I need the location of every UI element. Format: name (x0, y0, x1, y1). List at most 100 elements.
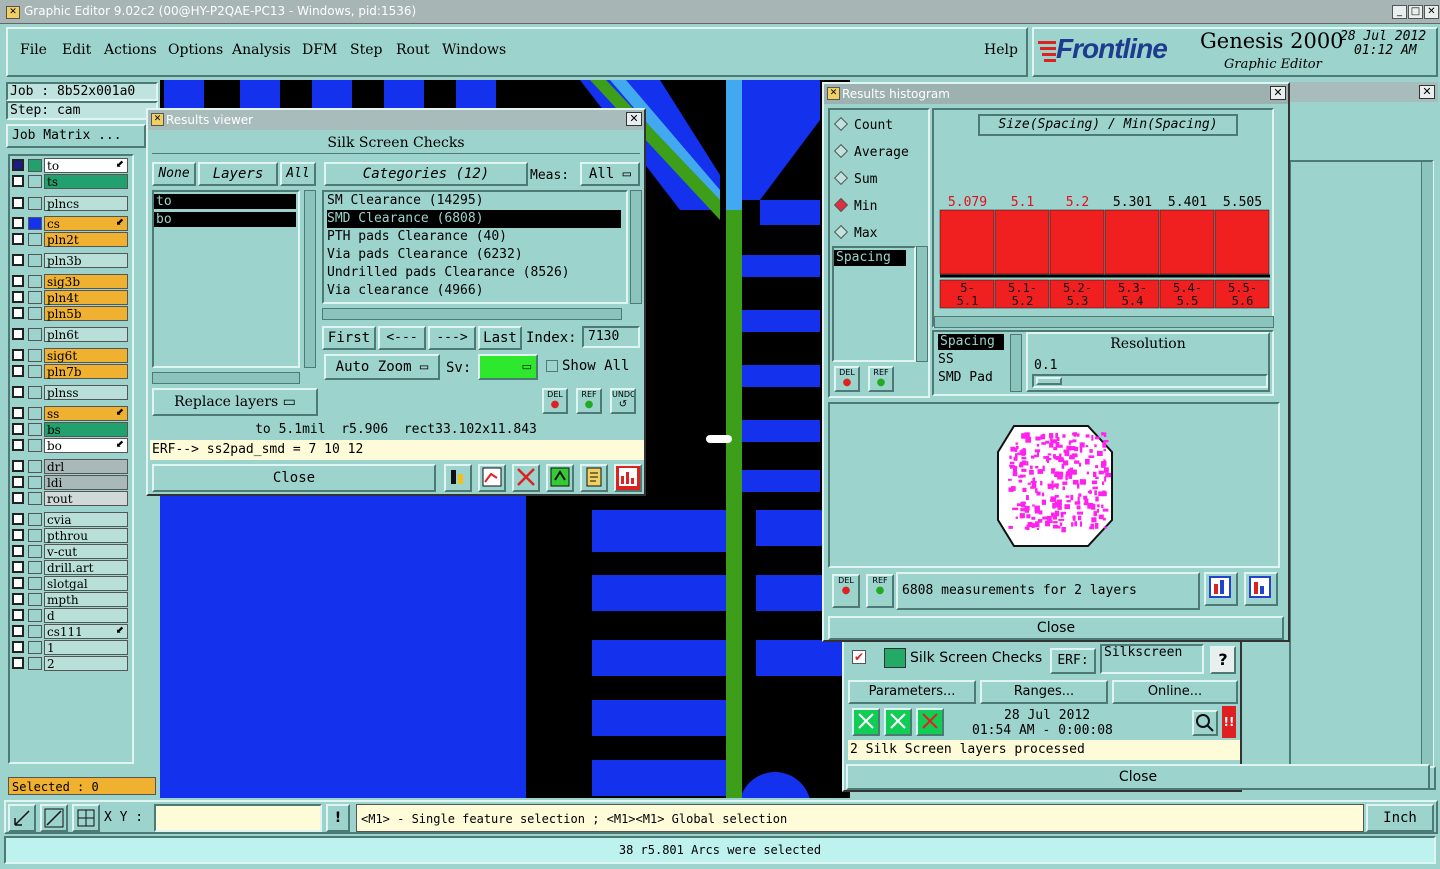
menu-edit[interactable]: Edit (62, 42, 91, 58)
layer-color-swatch[interactable] (28, 307, 42, 320)
layer-color-swatch[interactable] (28, 439, 42, 452)
layer-row[interactable]: to ⬋ (10, 158, 128, 173)
layer-checkbox[interactable] (12, 175, 24, 187)
layer-checkbox[interactable] (12, 365, 24, 377)
menu-windows[interactable]: Windows (442, 42, 506, 58)
layer-row[interactable]: drill.art (10, 560, 128, 575)
layer-row[interactable]: ldi (10, 475, 128, 490)
layer-checkbox[interactable] (12, 561, 24, 573)
category-item[interactable]: Via pads Clearance (6232) (327, 246, 621, 264)
checklist-help-button[interactable]: ? (1210, 646, 1236, 674)
results-report-icon[interactable] (580, 464, 608, 492)
layer-color-swatch[interactable] (28, 492, 42, 505)
layer-row[interactable]: cs ⬋ (10, 216, 128, 231)
layer-row[interactable]: sig3b (10, 274, 128, 289)
layer-color-swatch[interactable] (28, 217, 42, 230)
layer-checkbox[interactable] (12, 349, 24, 361)
layer-color-swatch[interactable] (28, 175, 42, 188)
checklist-checkbox[interactable]: ✔ (852, 650, 866, 664)
layer-color-swatch[interactable] (28, 609, 42, 622)
layer-color-swatch[interactable] (28, 407, 42, 420)
res-item-spacing[interactable]: Spacing (938, 334, 1004, 350)
layer-color-swatch[interactable] (28, 513, 42, 526)
index-input[interactable]: 7130 (582, 326, 640, 348)
layer-row[interactable]: pln4t (10, 290, 128, 305)
job-matrix-button[interactable]: Job Matrix ... (6, 124, 146, 148)
layer-row[interactable]: mpth (10, 592, 128, 607)
layer-color-swatch[interactable] (28, 476, 42, 489)
close-window-button[interactable]: ✕ (1424, 5, 1439, 19)
layer-row[interactable]: plncs (10, 196, 128, 211)
replace-layers-button[interactable]: Replace layers ▭ (152, 388, 318, 416)
layer-checkbox[interactable] (12, 159, 24, 171)
layer-row[interactable]: pln7b (10, 364, 128, 379)
menu-dfm[interactable]: DFM (302, 42, 337, 58)
menu-file[interactable]: File (20, 42, 47, 58)
layer-color-swatch[interactable] (28, 275, 42, 288)
layer-checkbox[interactable] (12, 529, 24, 541)
layers-button[interactable]: Layers (198, 162, 278, 186)
menu-options[interactable]: Options (168, 42, 223, 58)
layer-row[interactable]: pln3b (10, 253, 128, 268)
layer-row[interactable]: d (10, 608, 128, 623)
histogram-close-icon[interactable]: ✕ (1270, 86, 1286, 100)
layer-row[interactable]: pln5b (10, 306, 128, 321)
layer-color-swatch[interactable] (28, 545, 42, 558)
layer-row[interactable]: v-cut (10, 544, 128, 559)
category-item[interactable]: Undrilled pads Clearance (8526) (327, 264, 621, 282)
run-icon[interactable] (852, 708, 880, 736)
layers-all-button[interactable]: All (280, 162, 316, 186)
res-list-scroll[interactable] (1010, 334, 1022, 392)
layer-checkbox[interactable] (12, 460, 24, 472)
menu-help[interactable]: Help (984, 42, 1018, 58)
layer-checkbox[interactable] (12, 307, 24, 319)
results-erase-icon[interactable] (512, 464, 540, 492)
xy-input[interactable] (154, 804, 322, 832)
category-item[interactable]: SM Clearance (14295) (327, 192, 621, 210)
layer-row[interactable]: 1 (10, 640, 128, 655)
layer-color-swatch[interactable] (28, 561, 42, 574)
preview-ref-icon[interactable]: REF ● (866, 574, 894, 608)
layer-checkbox[interactable] (12, 423, 24, 435)
layer-row[interactable]: rout (10, 491, 128, 506)
layer-checkbox[interactable] (12, 386, 24, 398)
units-button[interactable]: Inch (1366, 804, 1434, 832)
layer-color-swatch[interactable] (28, 657, 42, 670)
category-item[interactable]: SMD Clearance (6808) (327, 210, 621, 228)
grid-icon[interactable] (72, 804, 100, 832)
layer-checkbox[interactable] (12, 545, 24, 557)
layer-color-swatch[interactable] (28, 460, 42, 473)
layer-checkbox[interactable] (12, 233, 24, 245)
menu-actions[interactable]: Actions (104, 42, 157, 58)
layer-checkbox[interactable] (12, 513, 24, 525)
info-icon[interactable]: ! (326, 804, 350, 832)
measure-list-item[interactable]: Spacing (834, 250, 906, 266)
checklist-erf-button[interactable]: ERF: (1050, 648, 1096, 674)
layer-checkbox[interactable] (12, 275, 24, 287)
ref-icon[interactable]: REF ● (576, 388, 602, 414)
layer-row[interactable]: drl (10, 459, 128, 474)
layer-row[interactable]: ss ⬋ (10, 406, 128, 421)
layer-row[interactable]: sig6t (10, 348, 128, 363)
category-item[interactable]: PTH pads Clearance (40) (327, 228, 621, 246)
category-item[interactable]: Via clearance (4966) (327, 282, 621, 300)
layer-checkbox[interactable] (12, 476, 24, 488)
results-histogram-icon[interactable] (614, 464, 642, 492)
export-histogram-icon[interactable] (1204, 572, 1238, 606)
results-viewer-close-icon[interactable]: ✕ (626, 112, 642, 126)
preview-del-icon[interactable]: DEL ● (832, 574, 860, 608)
layer-color-swatch[interactable] (28, 254, 42, 267)
menu-rout[interactable]: Rout (396, 42, 430, 58)
layer-color-swatch[interactable] (28, 593, 42, 606)
layer-color-swatch[interactable] (28, 328, 42, 341)
layer-color-swatch[interactable] (28, 641, 42, 654)
layer-checkbox[interactable] (12, 254, 24, 266)
meas-dropdown[interactable]: All ▭ (580, 162, 640, 186)
layer-list-hscroll[interactable] (152, 372, 300, 384)
option-min[interactable]: Min (833, 197, 877, 214)
show-all-checkbox[interactable] (546, 360, 558, 372)
zoom-icon[interactable] (1192, 710, 1218, 736)
layer-color-swatch[interactable] (28, 349, 42, 362)
histogram-ref-icon[interactable]: REF ● (868, 366, 894, 392)
categories-button[interactable]: Categories (12) (324, 162, 528, 186)
